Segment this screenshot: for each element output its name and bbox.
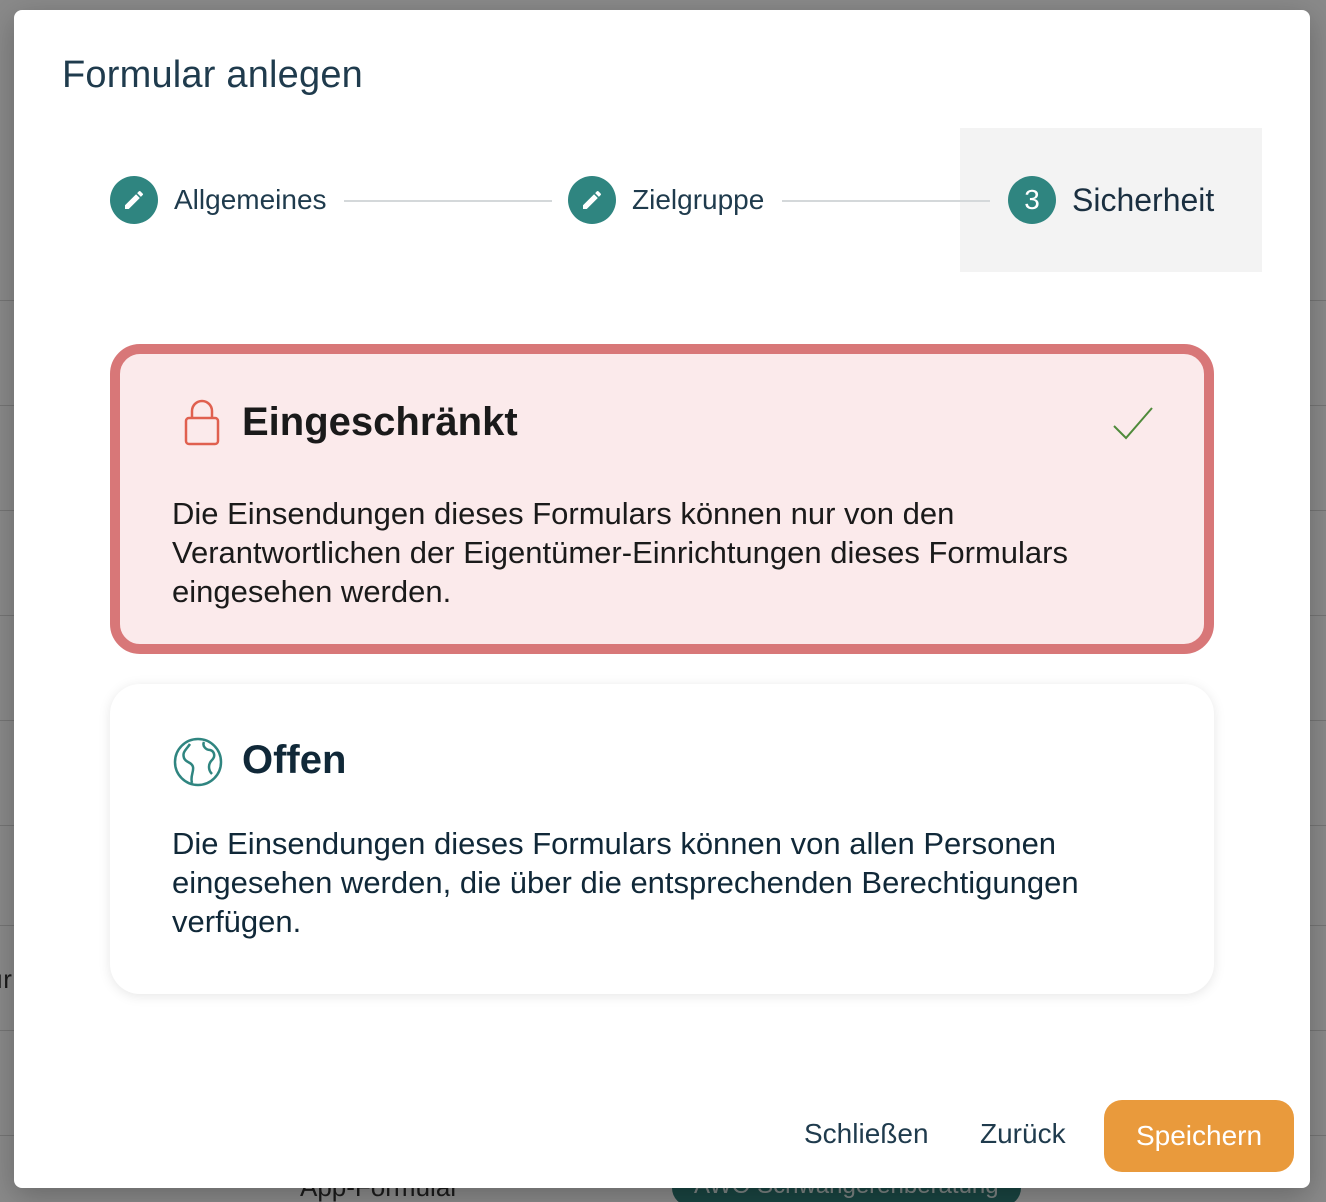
step-label-allgemeines: Allgemeines xyxy=(174,184,327,215)
step-zielgruppe[interactable]: Zielgruppe xyxy=(568,128,764,272)
option-title-restricted: Eingeschränkt xyxy=(242,400,518,444)
back-button[interactable]: Zurück xyxy=(980,1118,1066,1150)
step-sicherheit[interactable]: 3 Sicherheit xyxy=(1008,128,1214,272)
option-description-open: Die Einsendungen dieses Formulars können… xyxy=(172,826,1079,939)
step-connector xyxy=(782,200,990,202)
create-form-dialog: Formular anlegen Allgemeines Zielgruppe … xyxy=(14,10,1310,1188)
pencil-icon xyxy=(568,176,616,224)
pencil-icon xyxy=(110,176,158,224)
step-number-badge: 3 xyxy=(1008,176,1056,224)
check-icon xyxy=(1113,407,1153,440)
step-label-zielgruppe: Zielgruppe xyxy=(632,184,765,215)
step-connector xyxy=(344,200,552,202)
option-card-open[interactable]: Offen Die Einsendungen dieses Formulars … xyxy=(110,684,1214,994)
close-button[interactable]: Schließen xyxy=(804,1118,929,1150)
step-allgemeines[interactable]: Allgemeines xyxy=(110,128,327,272)
option-description-restricted: Die Einsendungen dieses Formulars können… xyxy=(172,496,1068,609)
option-title-open: Offen xyxy=(242,738,347,782)
globe-icon xyxy=(173,737,223,787)
step-label-sicherheit: Sicherheit xyxy=(1072,181,1215,218)
option-card-restricted[interactable]: Eingeschränkt Die Einsendungen dieses Fo… xyxy=(110,344,1214,654)
lock-icon xyxy=(184,399,220,446)
stepper: Allgemeines Zielgruppe 3 Sicherheit xyxy=(110,128,1262,272)
dialog-title: Formular anlegen xyxy=(62,54,364,96)
save-button[interactable]: Speichern xyxy=(1104,1100,1294,1172)
